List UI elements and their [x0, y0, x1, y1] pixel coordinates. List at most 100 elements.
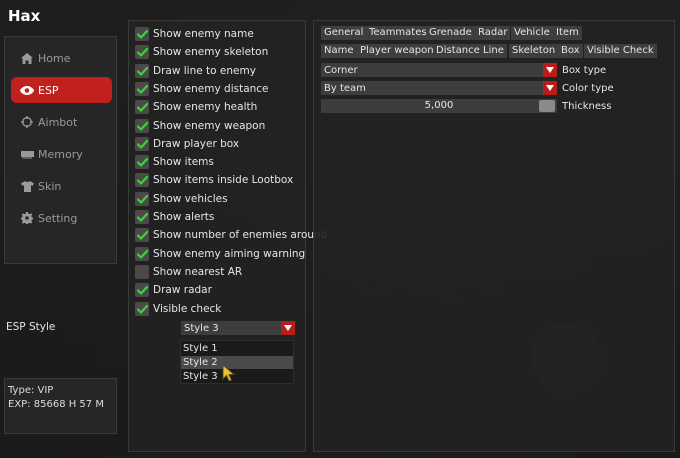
esp-style-option-1[interactable]: Style 1 — [181, 342, 293, 355]
option-row[interactable]: Draw player box — [135, 136, 239, 152]
option-label: Show enemy aiming warning — [153, 248, 306, 260]
option-label: Show enemy distance — [153, 83, 269, 95]
tab-player-weapon[interactable]: Player weapon — [357, 44, 437, 58]
tab-box[interactable]: Box — [558, 44, 583, 58]
app-title: Hax — [8, 7, 41, 25]
eye-icon — [19, 85, 35, 95]
option-label: Draw player box — [153, 138, 240, 150]
sidebar: Home ESP Aimbot Memory Skin Setting — [4, 36, 117, 264]
sidebar-item-label: Memory — [38, 147, 83, 161]
thickness-value: 5,000 — [424, 100, 454, 111]
checkbox-checked[interactable] — [135, 155, 149, 169]
checkbox-checked[interactable] — [135, 283, 149, 297]
checkmark-icon — [136, 304, 148, 314]
option-label: Show number of enemies around — [153, 229, 328, 241]
checkmark-icon — [136, 249, 148, 259]
tab-distance[interactable]: Distance — [433, 44, 483, 58]
sidebar-item-esp[interactable]: ESP — [11, 77, 112, 103]
sidebar-item-label: Skin — [38, 179, 62, 193]
checkmark-icon — [136, 84, 148, 94]
esp-style-options: Style 1 Style 2 Style 3 — [180, 340, 294, 384]
color-type-dropdown[interactable]: By team — [321, 81, 557, 95]
option-row[interactable]: Show enemy name — [135, 26, 254, 42]
option-row[interactable]: Show enemy aiming warning — [135, 246, 305, 262]
option-label: Draw line to enemy — [153, 65, 256, 77]
checkbox-checked[interactable] — [135, 119, 149, 133]
checkbox-checked[interactable] — [135, 302, 149, 316]
tab-visible-check[interactable]: Visible Check — [584, 44, 657, 58]
chevron-down-icon[interactable] — [281, 321, 295, 335]
tab-radar[interactable]: Radar — [475, 26, 511, 40]
sidebar-item-aimbot[interactable]: Aimbot — [11, 109, 112, 135]
hax-window: Hax Home ESP Aimbot Memory Skin Setting … — [0, 0, 680, 458]
account-info: Type: VIP EXP: 85668 H 57 M — [4, 378, 117, 434]
sidebar-item-memory[interactable]: Memory — [11, 141, 112, 167]
option-row[interactable]: Draw line to enemy — [135, 63, 256, 79]
sidebar-item-label: Setting — [38, 211, 78, 225]
option-row[interactable]: Show enemy skeleton — [135, 44, 268, 60]
gear-icon — [19, 212, 35, 224]
checkmark-icon — [136, 285, 148, 295]
checkmark-icon — [136, 139, 148, 149]
tab-teammates[interactable]: Teammates — [366, 26, 430, 40]
option-label: Draw radar — [153, 284, 212, 296]
option-row[interactable]: Show number of enemies around — [135, 227, 327, 243]
checkmark-icon — [136, 29, 148, 39]
esp-style-dropdown[interactable]: Style 3 — [181, 321, 295, 335]
tab-skeleton[interactable]: Skeleton — [509, 44, 559, 58]
option-label: Show nearest AR — [153, 266, 243, 278]
chevron-down-icon[interactable] — [543, 63, 557, 77]
checkmark-icon — [136, 102, 148, 112]
option-row[interactable]: Show enemy distance — [135, 81, 269, 97]
tab-name[interactable]: Name — [321, 44, 357, 58]
sidebar-item-home[interactable]: Home — [11, 45, 112, 71]
checkbox-checked[interactable] — [135, 27, 149, 41]
checkbox-checked[interactable] — [135, 247, 149, 261]
thickness-slider-handle[interactable] — [539, 100, 555, 112]
checkbox-checked[interactable] — [135, 82, 149, 96]
chevron-down-icon[interactable] — [543, 81, 557, 95]
checkbox-unchecked[interactable] — [135, 265, 149, 279]
sidebar-item-setting[interactable]: Setting — [11, 205, 112, 231]
option-row[interactable]: Show vehicles — [135, 191, 228, 207]
checkmark-icon — [136, 175, 148, 185]
checkbox-checked[interactable] — [135, 192, 149, 206]
sidebar-item-skin[interactable]: Skin — [11, 173, 112, 199]
tab-line[interactable]: Line — [480, 44, 507, 58]
checkbox-checked[interactable] — [135, 45, 149, 59]
esp-style-value: Style 3 — [184, 322, 219, 334]
option-row[interactable]: Show items — [135, 154, 214, 170]
checkbox-checked[interactable] — [135, 64, 149, 78]
esp-style-option-2[interactable]: Style 2 — [181, 356, 293, 369]
box-type-dropdown[interactable]: Corner — [321, 63, 557, 77]
thickness-slider[interactable]: 5,000 — [321, 99, 557, 113]
option-row[interactable]: Visible check — [135, 301, 221, 317]
mouse-cursor-icon — [222, 363, 236, 385]
option-row[interactable]: Show nearest AR — [135, 264, 242, 280]
option-label: Show enemy weapon — [153, 120, 266, 132]
checkmark-icon — [136, 121, 148, 131]
checkmark-icon — [136, 47, 148, 57]
option-label: Show alerts — [153, 211, 215, 223]
checkbox-checked[interactable] — [135, 210, 149, 224]
checkmark-icon — [136, 230, 148, 240]
esp-style-option-3[interactable]: Style 3 — [181, 370, 293, 383]
checkbox-checked[interactable] — [135, 228, 149, 242]
tab-grenade[interactable]: Grenade — [426, 26, 475, 40]
option-row[interactable]: Draw radar — [135, 282, 212, 298]
option-row[interactable]: Show items inside Lootbox — [135, 172, 293, 188]
option-row[interactable]: Show alerts — [135, 209, 214, 225]
esp-style-label: ESP Style — [6, 321, 56, 333]
tab-item[interactable]: Item — [553, 26, 582, 40]
option-row[interactable]: Show enemy health — [135, 99, 257, 115]
checkbox-checked[interactable] — [135, 137, 149, 151]
crosshair-icon — [19, 116, 35, 128]
checkbox-checked[interactable] — [135, 173, 149, 187]
checkbox-checked[interactable] — [135, 100, 149, 114]
option-label: Show items inside Lootbox — [153, 174, 294, 186]
tab-vehicle[interactable]: Vehicle — [511, 26, 553, 40]
option-row[interactable]: Show enemy weapon — [135, 118, 265, 134]
tab-general[interactable]: General — [321, 26, 367, 40]
color-type-label: Color type — [562, 83, 614, 94]
checkmark-icon — [136, 157, 148, 167]
